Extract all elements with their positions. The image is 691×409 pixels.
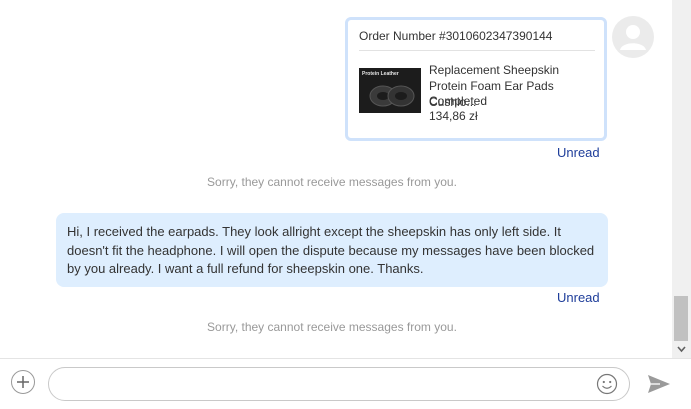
order-divider [359,50,595,51]
message-bubble: Hi, I received the earpads. They look al… [56,213,608,287]
chat-history: Order Number #3010602347390144 Protein L… [0,0,672,358]
system-notice: Sorry, they cannot receive messages from… [207,175,457,189]
message-input[interactable] [61,374,585,396]
system-notice: Sorry, they cannot receive messages from… [207,320,457,334]
unread-status: Unread [557,290,600,305]
scroll-thumb[interactable] [674,296,688,341]
user-avatar-icon[interactable] [612,16,654,58]
message-input-box[interactable] [48,367,630,401]
order-price: 134,86 zł [429,109,478,123]
chevron-down-icon[interactable] [675,342,688,356]
plus-circle-icon[interactable] [11,370,35,394]
unread-status: Unread [557,145,600,160]
order-card[interactable]: Order Number #3010602347390144 Protein L… [345,17,607,141]
order-number: Order Number #3010602347390144 [359,29,553,43]
paper-plane-icon[interactable] [646,373,672,395]
smiley-face-icon[interactable] [596,373,618,395]
order-status: Completed [429,94,488,108]
product-thumbnail[interactable]: Protein Leather [359,68,421,113]
vertical-scrollbar[interactable] [672,0,691,358]
thumbnail-label: Protein Leather [362,71,399,77]
composer-bar [0,358,691,409]
